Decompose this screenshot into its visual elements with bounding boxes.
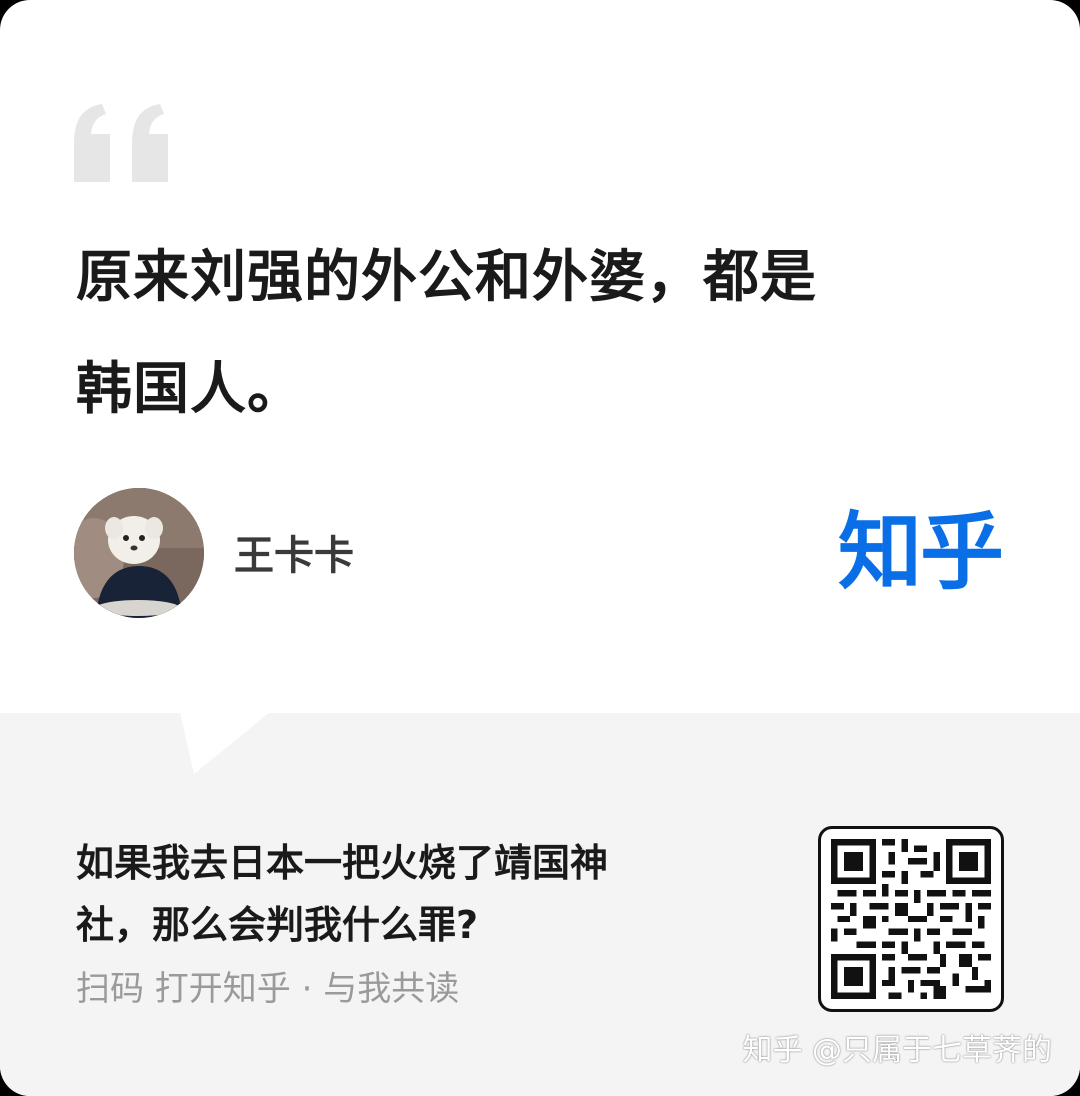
quote-text: 原来刘强的外公和外婆，都是 韩国人。: [76, 222, 976, 446]
question-title[interactable]: 如果我去日本一把火烧了靖国神 社，那么会判我什么罪?: [76, 832, 736, 956]
author-name[interactable]: 王卡卡: [234, 530, 354, 582]
avatar-image: [74, 488, 204, 618]
quote-mark-icon: [74, 104, 168, 182]
qr-code[interactable]: [818, 826, 1004, 1012]
zhihu-logo: 知乎: [837, 503, 1004, 601]
quote-line-1: 原来刘强的外公和外婆，都是: [76, 245, 817, 310]
question-line-1: 如果我去日本一把火烧了靖国神: [76, 841, 609, 885]
qr-code-icon: [831, 839, 991, 999]
scan-hint-text: 扫码 打开知乎 · 与我共读: [76, 969, 460, 1009]
question-line-2: 社，那么会判我什么罪?: [76, 903, 479, 947]
author-avatar[interactable]: [74, 488, 204, 618]
share-card: 原来刘强的外公和外婆，都是 韩国人。 王卡卡 知乎 如果我去日本一把火烧了靖国神…: [0, 0, 1080, 1096]
speech-bubble-notch: [180, 712, 270, 774]
quote-line-2: 韩国人。: [76, 357, 304, 422]
watermark-text: 知乎 @只属于七草荠的: [742, 1033, 1052, 1068]
